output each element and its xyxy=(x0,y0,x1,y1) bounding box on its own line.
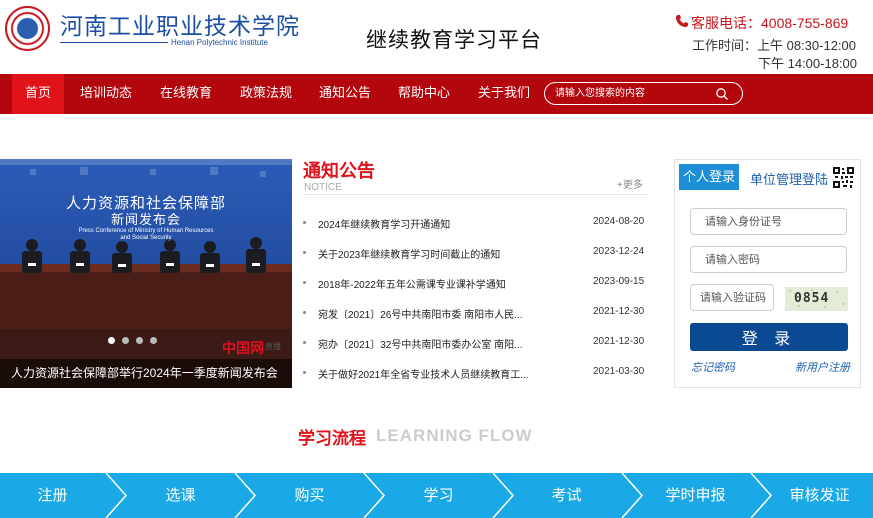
flow-step-exam[interactable]: 考试 xyxy=(514,473,619,518)
notice-item-date: 2024-08-20 xyxy=(593,216,645,227)
flow-step-select-course[interactable]: 选课 xyxy=(128,473,233,518)
notice-item-title[interactable]: 宛办〔2021〕32号中共南阳市委办公室 南阳... xyxy=(318,336,550,351)
nav-help-center[interactable]: 帮助中心 xyxy=(394,74,454,114)
banner-board-english: Press Conference of Ministry of Human Re… xyxy=(78,228,214,241)
banner-watermark: 中国网 xyxy=(222,341,264,357)
notice-item[interactable]: 宛发〔2021〕26号中共南阳市委 南阳市人民... 2021-12-30 xyxy=(303,305,648,323)
nav-training-news[interactable]: 培训动态 xyxy=(76,74,136,114)
notice-item[interactable]: 关于2023年继续教育学习时间截止的通知 2023-12-24 xyxy=(303,245,648,263)
page: 河南工业职业技术学院 Henan Polytechnic Institute 继… xyxy=(0,0,873,518)
notice-title-en: NOTICE xyxy=(304,182,342,193)
school-name[interactable]: 河南工业职业技术学院 xyxy=(60,7,300,41)
flow-step-study[interactable]: 学习 xyxy=(386,473,491,518)
notice-more-link[interactable]: +更多 xyxy=(617,176,643,191)
flow-step-review-certify[interactable]: 审核发证 xyxy=(766,473,873,518)
flow-step-hours-declare[interactable]: 学时申报 xyxy=(643,473,748,518)
notice-divider xyxy=(303,194,647,195)
flow-step-register[interactable]: 注册 xyxy=(0,473,105,518)
nav-online-education[interactable]: 在线教育 xyxy=(156,74,216,114)
notice-item-title[interactable]: 2024年继续教育学习开通通知 xyxy=(318,216,550,231)
banner-caption[interactable]: 人力资源社会保障部举行2024年一季度新闻发布会 xyxy=(0,359,292,388)
slide-dot[interactable] xyxy=(136,337,143,344)
hotline: 客服电话：4008-755-869 xyxy=(691,15,849,31)
learning-flow-bar: 注册 选课 购买 学习 考试 学时申报 审核发证 xyxy=(0,473,873,518)
password-input[interactable] xyxy=(690,246,847,273)
search-box xyxy=(544,82,743,105)
banner-board-subtitle: 新闻发布会 xyxy=(110,213,181,228)
bullet-icon xyxy=(303,251,306,254)
notice-item[interactable]: 宛办〔2021〕32号中共南阳市委办公室 南阳... 2021-12-30 xyxy=(303,335,648,353)
notice-item-date: 2021-03-30 xyxy=(593,366,645,377)
bullet-icon xyxy=(303,341,306,344)
nav-home[interactable]: 首页 xyxy=(12,74,64,114)
bullet-icon xyxy=(303,221,306,224)
notice-title: 通知公告 xyxy=(303,161,375,181)
notice-item-date: 2023-12-24 xyxy=(593,246,645,257)
notice-item[interactable]: 2024年继续教育学习开通通知 2024-08-20 xyxy=(303,215,648,233)
work-hours-pm: 下午 14:00-18:00 xyxy=(758,56,858,71)
notice-item-title[interactable]: 宛发〔2021〕26号中共南阳市委 南阳市人民... xyxy=(318,306,550,321)
tab-personal-login[interactable]: 个人登录 xyxy=(679,164,739,190)
chevron-right-icon xyxy=(363,473,386,518)
flow-step-purchase[interactable]: 购买 xyxy=(257,473,362,518)
bullet-icon xyxy=(303,281,306,284)
chevron-right-icon xyxy=(492,473,515,518)
site-header: 河南工业职业技术学院 Henan Polytechnic Institute 继… xyxy=(0,0,873,74)
register-link[interactable]: 新用户注册 xyxy=(795,359,850,375)
flow-title: 学习流程 xyxy=(298,429,366,448)
notice-item-date: 2021-12-30 xyxy=(593,306,645,317)
notice-item[interactable]: 2018年-2022年五年公需课专业课补学通知 2023-09-15 xyxy=(303,275,648,293)
notice-item-title[interactable]: 2018年-2022年五年公需课专业课补学通知 xyxy=(318,276,550,291)
notice-item-title[interactable]: 关于做好2021年全省专业技术人员继续教育工... xyxy=(318,366,550,381)
qr-code-icon[interactable] xyxy=(833,167,854,188)
captcha-input[interactable] xyxy=(690,284,774,311)
phone-icon xyxy=(676,15,688,27)
notice-item-date: 2021-12-30 xyxy=(593,336,645,347)
notice-item-date: 2023-09-15 xyxy=(593,276,645,287)
search-input[interactable] xyxy=(555,85,715,102)
bullet-icon xyxy=(303,371,306,374)
notice-item-title[interactable]: 关于2023年继续教育学习时间截止的通知 xyxy=(318,246,550,261)
school-name-en: Henan Polytechnic Institute xyxy=(171,38,268,47)
search-icon[interactable] xyxy=(715,87,729,101)
nav-notices[interactable]: 通知公告 xyxy=(315,74,375,114)
chevron-right-icon xyxy=(105,473,128,518)
slide-dot[interactable] xyxy=(150,337,157,344)
captcha-code: 0854 xyxy=(794,291,830,306)
slide-dot[interactable] xyxy=(122,337,129,344)
login-panel: 个人登录 单位管理登陆 0854 登 录 xyxy=(674,159,861,388)
id-number-input[interactable] xyxy=(690,208,847,235)
login-button[interactable]: 登 录 xyxy=(690,323,848,351)
work-hours-am: 工作时间：上午 08:30-12:00 xyxy=(692,38,857,53)
chevron-right-icon xyxy=(750,473,773,518)
bullet-icon xyxy=(303,311,306,314)
slide-dot[interactable] xyxy=(108,337,115,344)
chevron-right-icon xyxy=(234,473,257,518)
nav-policies[interactable]: 政策法规 xyxy=(236,74,296,114)
chevron-right-icon xyxy=(621,473,644,518)
flow-title-en: LEARNING FLOW xyxy=(376,426,533,445)
nav-about-us[interactable]: 关于我们 xyxy=(474,74,534,114)
logo-divider xyxy=(60,42,168,43)
notice-item[interactable]: 关于做好2021年全省专业技术人员继续教育工... 2021-03-30 xyxy=(303,365,648,383)
captcha-image[interactable]: 0854 xyxy=(785,287,848,311)
school-logo[interactable] xyxy=(5,6,50,51)
platform-title: 继续教育学习平台 xyxy=(366,29,542,52)
banner-watermark-live: 直播 xyxy=(265,342,281,351)
forgot-password-link[interactable]: 忘记密码 xyxy=(691,359,735,375)
tab-unit-login[interactable]: 单位管理登陆 xyxy=(750,169,828,188)
